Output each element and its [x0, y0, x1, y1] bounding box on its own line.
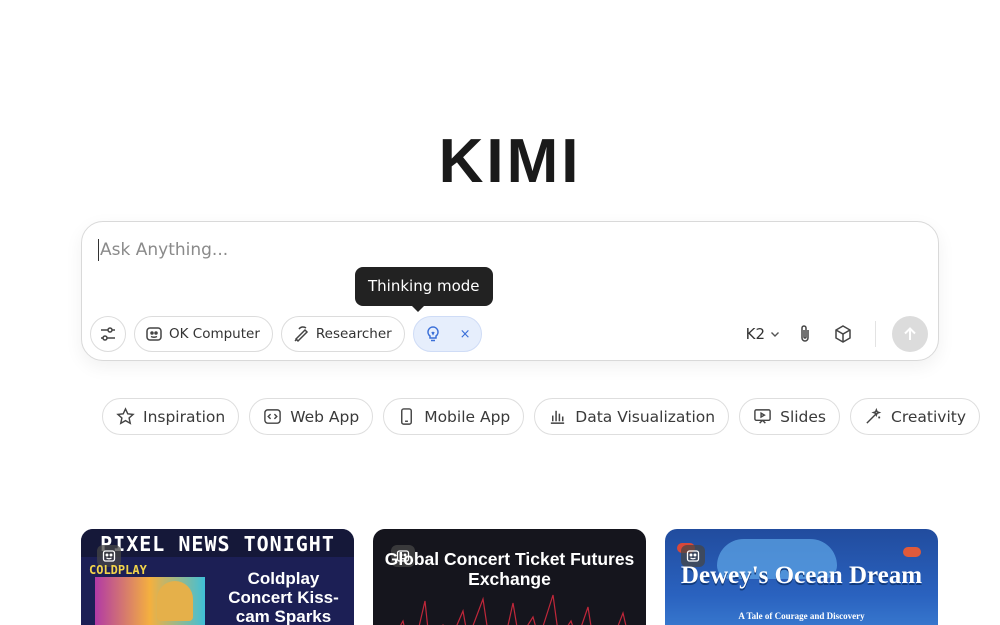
chip-inspiration[interactable]: Inspiration [102, 398, 240, 435]
send-button[interactable] [892, 316, 928, 352]
bar-chart-icon [551, 410, 565, 424]
chip-web-app[interactable]: Web App [249, 398, 374, 435]
card-figure [157, 581, 193, 621]
toolbar-divider [875, 321, 876, 347]
chip-label: Web App [290, 407, 360, 426]
chip-label: Mobile App [424, 407, 511, 426]
card-title: Coldplay Concert Kiss-cam Sparks [228, 569, 339, 625]
settings-button[interactable] [90, 316, 126, 352]
arrow-up-icon [904, 327, 916, 340]
text-caret [98, 239, 99, 261]
kimi-logo: KIMI [420, 132, 600, 188]
chip-data-visualization[interactable]: Data Visualization [534, 398, 730, 435]
showcase-card-pixel-news[interactable]: PIXEL NEWS TONIGHT COLDPLAY Coldplay Con… [81, 529, 354, 625]
paperclip-icon [801, 325, 809, 342]
ok-computer-button[interactable]: OK Computer [134, 316, 273, 352]
pen-icon [294, 326, 308, 343]
code-icon [264, 409, 281, 424]
card-sub-label: COLDPLAY [89, 563, 147, 577]
model-selector[interactable]: K2 [746, 325, 781, 343]
close-icon[interactable]: × [460, 327, 471, 342]
researcher-button[interactable]: Researcher [280, 316, 405, 352]
star-icon [116, 407, 135, 425]
category-chips: Inspiration Web App Mobile App Data Visu… [102, 398, 990, 435]
thinking-mode-tooltip: Thinking mode [355, 267, 493, 312]
magic-wand-icon [866, 407, 882, 424]
attach-button[interactable] [791, 320, 819, 348]
phone-icon [401, 408, 413, 425]
chip-slides[interactable]: Slides [739, 398, 841, 435]
card-title: Global Concert Ticket Futures Exchange [384, 549, 635, 589]
chip-mobile-app[interactable]: Mobile App [383, 398, 525, 435]
ok-computer-label: OK Computer [169, 326, 260, 342]
presentation-icon [754, 409, 771, 424]
chip-label: Creativity [891, 407, 967, 426]
showcase-card-ticket-exchange[interactable]: Global Concert Ticket Futures Exchange [373, 529, 646, 625]
showcase-card-ocean-dream[interactable]: Dewey's Ocean Dream A Tale of Courage an… [665, 529, 938, 625]
lightbulb-icon [426, 326, 439, 342]
prompt-input-card[interactable]: Ask Anything... OK Computer Researcher × [81, 221, 939, 361]
robot-icon [146, 327, 162, 341]
chip-creativity[interactable]: Creativity [850, 398, 981, 435]
prompt-placeholder[interactable]: Ask Anything... [100, 240, 228, 260]
chip-label: Slides [780, 407, 827, 426]
thinking-mode-toggle[interactable]: × [412, 316, 482, 352]
card-title: Dewey's Ocean Dream [680, 562, 923, 589]
researcher-label: Researcher [315, 326, 392, 342]
tool-row: OK Computer Researcher × [90, 316, 482, 352]
cube-button[interactable] [829, 320, 857, 348]
chip-label: Data Visualization [575, 407, 716, 426]
chevron-down-icon [771, 332, 779, 337]
logo-text: KIMI [439, 132, 582, 188]
sliders-icon [101, 327, 115, 341]
card-subtitle: A Tale of Courage and Discovery [738, 611, 865, 621]
card-line-illustration [400, 594, 627, 625]
cube-icon [835, 325, 851, 343]
fish-illustration [903, 547, 921, 557]
right-tools: K2 [746, 316, 928, 352]
chip-label: Inspiration [143, 407, 226, 426]
card-header-text: PIXEL NEWS TONIGHT [100, 532, 335, 556]
model-label: K2 [745, 325, 765, 343]
